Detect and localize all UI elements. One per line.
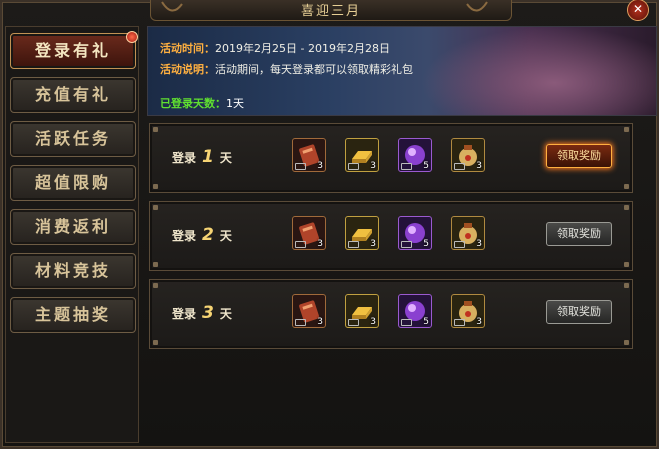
logged-days-value: 1天 [226,97,244,110]
close-icon: ✕ [632,2,644,16]
event-description-label: 活动说明： [160,63,215,76]
reward-item-book[interactable]: 3 [292,294,326,328]
reward-item-gift-bag[interactable]: 3 [451,216,485,250]
reward-row-day-2: 登录 2 天 3 3 5 3 领取奖励 [149,201,633,271]
bound-icon [348,241,359,248]
rivet [153,205,158,210]
reward-item-book[interactable]: 3 [292,216,326,250]
sidebar-item-recharge-gift[interactable]: 充值有礼 [10,77,136,113]
reward-item-purple-orb[interactable]: 5 [398,138,432,172]
day-label: 登录 1 天 [172,124,232,190]
reward-item-gold-bar[interactable]: 3 [345,216,379,250]
day-number: 2 [202,225,214,245]
rivet [153,283,158,288]
notification-dot [126,31,138,43]
bound-icon [454,241,465,248]
bound-icon [348,163,359,170]
banner-art [398,27,656,115]
reward-item-book[interactable]: 3 [292,138,326,172]
rivet [624,283,629,288]
item-count: 3 [476,161,482,171]
day-prefix: 登录 [172,307,197,321]
sidebar: 登录有礼 充值有礼 活跃任务 超值限购 消费返利 材料竞技 主题抽奖 [5,26,139,443]
sidebar-item-material-contest[interactable]: 材料竞技 [10,253,136,289]
claim-reward-button[interactable]: 领取奖励 [546,144,612,168]
reward-item-gold-bar[interactable]: 3 [345,294,379,328]
bound-icon [401,241,412,248]
rivet [153,127,158,132]
sidebar-item-active-tasks[interactable]: 活跃任务 [10,121,136,157]
item-count: 3 [370,239,376,249]
event-description-value: 活动期间，每天登录都可以领取精彩礼包 [215,63,413,76]
sidebar-item-label: 登录有礼 [34,41,111,60]
bound-icon [401,163,412,170]
rivet [153,262,158,267]
rivet [624,127,629,132]
day-number: 1 [202,147,214,167]
rivet [624,184,629,189]
title-bar: 喜迎三月 [150,0,512,21]
claim-reward-button[interactable]: 领取奖励 [546,222,612,246]
bound-icon [454,319,465,326]
sidebar-item-limited-purchase[interactable]: 超值限购 [10,165,136,201]
sidebar-item-label: 活跃任务 [34,129,111,148]
bound-icon [295,241,306,248]
sidebar-item-login-gift[interactable]: 登录有礼 [10,31,138,69]
day-number: 3 [202,303,214,323]
reward-row-day-3: 登录 3 天 3 3 5 3 领取奖励 [149,279,633,349]
item-count: 3 [370,317,376,327]
day-label: 登录 3 天 [172,280,232,346]
rivet [624,340,629,345]
item-count: 3 [317,161,323,171]
sidebar-item-label: 超值限购 [34,173,111,192]
bound-icon [454,163,465,170]
claim-reward-button[interactable]: 领取奖励 [546,300,612,324]
reward-item-gift-bag[interactable]: 3 [451,138,485,172]
sidebar-item-theme-lottery[interactable]: 主题抽奖 [10,297,136,333]
bound-icon [348,319,359,326]
window-title: 喜迎三月 [300,4,361,19]
sidebar-item-label: 材料竞技 [34,261,111,280]
rivet [153,340,158,345]
day-suffix: 天 [219,307,232,321]
event-time: 活动时间：2019年2月25日 - 2019年2月28日 [160,40,390,56]
sidebar-item-label: 消费返利 [34,217,111,236]
day-prefix: 登录 [172,229,197,243]
ornament-left-icon [161,1,183,12]
item-count: 5 [423,317,429,327]
close-button[interactable]: ✕ [627,0,649,21]
day-label: 登录 2 天 [172,202,232,268]
reward-item-purple-orb[interactable]: 5 [398,294,432,328]
rivet [153,184,158,189]
item-count: 3 [317,239,323,249]
day-suffix: 天 [219,229,232,243]
item-count: 3 [317,317,323,327]
event-description: 活动说明：活动期间，每天登录都可以领取精彩礼包 [160,61,413,77]
rivet [624,262,629,267]
event-banner: 活动时间：2019年2月25日 - 2019年2月28日 活动说明：活动期间，每… [147,26,657,116]
bound-icon [401,319,412,326]
sidebar-item-label: 主题抽奖 [34,305,111,324]
bound-icon [295,319,306,326]
item-count: 3 [476,239,482,249]
reward-item-purple-orb[interactable]: 5 [398,216,432,250]
ornament-right-icon [466,1,488,12]
sidebar-item-label: 充值有礼 [34,85,111,104]
day-suffix: 天 [219,151,232,165]
reward-row-day-1: 登录 1 天 3 3 5 3 领取奖励 [149,123,633,193]
logged-days-label: 已登录天数： [160,97,226,110]
sidebar-item-spend-rebate[interactable]: 消费返利 [10,209,136,245]
item-count: 3 [476,317,482,327]
event-time-value: 2019年2月25日 - 2019年2月28日 [215,42,390,55]
item-count: 5 [423,161,429,171]
reward-item-gift-bag[interactable]: 3 [451,294,485,328]
item-count: 3 [370,161,376,171]
rivet [624,205,629,210]
bound-icon [295,163,306,170]
event-time-label: 活动时间： [160,42,215,55]
logged-days: 已登录天数：1天 [160,95,244,111]
reward-item-gold-bar[interactable]: 3 [345,138,379,172]
day-prefix: 登录 [172,151,197,165]
item-count: 5 [423,239,429,249]
